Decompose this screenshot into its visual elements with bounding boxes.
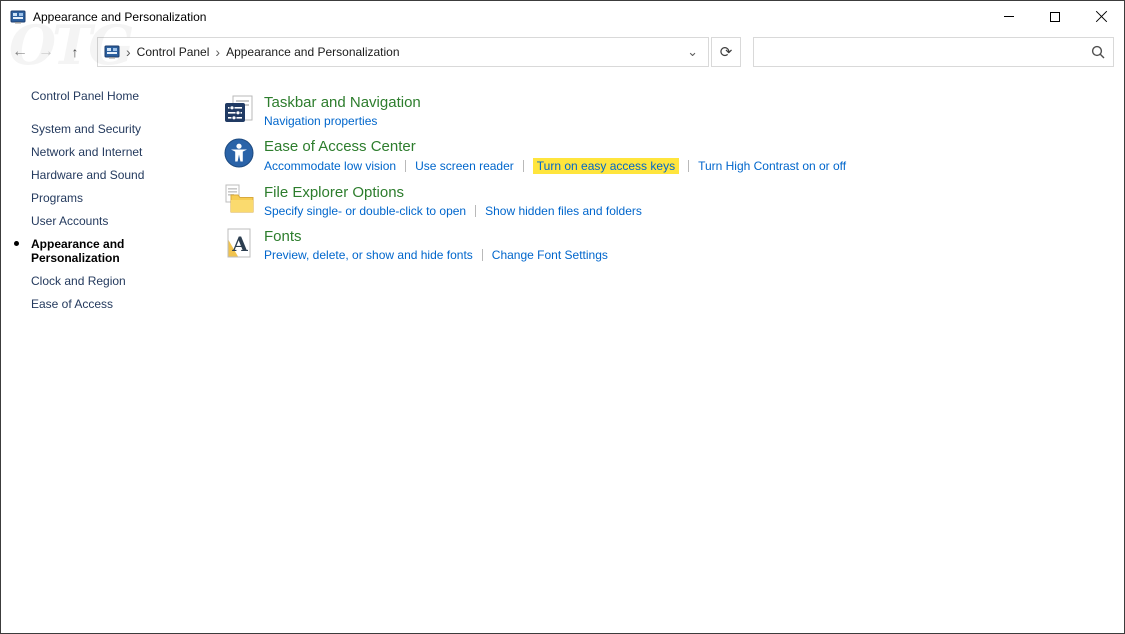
close-button[interactable]: [1078, 1, 1124, 32]
section-title-link[interactable]: File Explorer Options: [264, 183, 642, 202]
minimize-button[interactable]: [986, 1, 1032, 32]
section-text: Ease of Access Center Accommodate low vi…: [264, 137, 846, 174]
chevron-right-icon: ›: [120, 45, 137, 59]
up-button[interactable]: ↑: [63, 44, 87, 60]
task-link-specify-single-or-double-click[interactable]: Specify single- or double-click to open: [264, 204, 466, 218]
search-input[interactable]: [762, 45, 1091, 59]
task-link-accommodate-low-vision[interactable]: Accommodate low vision: [264, 159, 396, 173]
back-button[interactable]: ←: [7, 43, 33, 61]
chevron-down-icon[interactable]: ⌄: [687, 44, 702, 60]
search-box[interactable]: [753, 37, 1114, 67]
sidebar: Control Panel Home System and Security N…: [1, 71, 221, 320]
control-panel-icon: [10, 9, 26, 25]
task-link-turn-on-easy-access-keys[interactable]: Turn on easy access keys: [533, 158, 679, 174]
section-text: File Explorer Options Specify single- or…: [264, 183, 642, 218]
task-link-navigation-properties[interactable]: Navigation properties: [264, 114, 377, 128]
task-link-preview-delete-show-hide-fonts[interactable]: Preview, delete, or show and hide fonts: [264, 248, 473, 262]
sidebar-item-control-panel-home[interactable]: Control Panel Home: [31, 89, 221, 103]
close-icon: [1095, 10, 1108, 23]
task-links: Navigation properties: [264, 114, 421, 128]
section-title-link[interactable]: Taskbar and Navigation: [264, 93, 421, 112]
divider: [475, 205, 476, 217]
sidebar-item-user-accounts[interactable]: User Accounts: [31, 214, 161, 228]
task-links: Specify single- or double-click to open …: [264, 204, 642, 218]
sidebar-item-clock-and-region[interactable]: Clock and Region: [31, 274, 161, 288]
control-panel-icon: [104, 44, 120, 60]
chevron-right-icon: ›: [209, 45, 226, 59]
sidebar-item-appearance-and-personalization[interactable]: Appearance and Personalization: [31, 237, 161, 265]
task-link-use-screen-reader[interactable]: Use screen reader: [415, 159, 514, 173]
breadcrumb-item-control-panel[interactable]: Control Panel: [137, 45, 210, 59]
maximize-icon: [1050, 12, 1060, 22]
breadcrumb[interactable]: › Control Panel › Appearance and Persona…: [97, 37, 709, 67]
minimize-icon: [1004, 16, 1014, 17]
control-panel-window: OTG Appearance and Personalization ← → ↑: [0, 0, 1125, 634]
section-file-explorer-options: File Explorer Options Specify single- or…: [223, 183, 846, 218]
task-links: Preview, delete, or show and hide fonts …: [264, 248, 608, 262]
sidebar-item-programs[interactable]: Programs: [31, 191, 161, 205]
section-title-link[interactable]: Ease of Access Center: [264, 137, 846, 156]
divider: [482, 249, 483, 261]
section-text: Fonts Preview, delete, or show and hide …: [264, 227, 608, 262]
sidebar-item-system-and-security[interactable]: System and Security: [31, 122, 161, 136]
main-area: Control Panel Home System and Security N…: [1, 71, 1124, 633]
task-link-show-hidden-files-and-folders[interactable]: Show hidden files and folders: [485, 204, 642, 218]
content-pane: Taskbar and Navigation Navigation proper…: [221, 71, 846, 271]
ease-of-access-icon[interactable]: [223, 137, 255, 169]
divider: [688, 160, 689, 172]
forward-button[interactable]: →: [33, 43, 59, 61]
window-controls: [986, 1, 1124, 32]
navigation-toolbar: ← → ↑ › Control Panel › Appearance and P…: [1, 32, 1124, 71]
task-links: Accommodate low vision Use screen reader…: [264, 158, 846, 174]
section-taskbar-and-navigation: Taskbar and Navigation Navigation proper…: [223, 93, 846, 128]
fonts-icon[interactable]: A: [223, 227, 255, 259]
file-explorer-options-icon[interactable]: [223, 183, 255, 215]
sidebar-item-hardware-and-sound[interactable]: Hardware and Sound: [31, 168, 161, 182]
svg-text:A: A: [231, 232, 248, 256]
sidebar-category-list: System and Security Network and Internet…: [31, 122, 221, 311]
taskbar-navigation-icon[interactable]: [223, 93, 255, 125]
maximize-button[interactable]: [1032, 1, 1078, 32]
section-text: Taskbar and Navigation Navigation proper…: [264, 93, 421, 128]
divider: [523, 160, 524, 172]
task-link-turn-high-contrast-on-or-off[interactable]: Turn High Contrast on or off: [698, 159, 846, 173]
divider: [405, 160, 406, 172]
sidebar-item-network-and-internet[interactable]: Network and Internet: [31, 145, 161, 159]
section-fonts: A Fonts Preview, delete, or show and hid…: [223, 227, 846, 262]
breadcrumb-item-appearance[interactable]: Appearance and Personalization: [226, 45, 399, 59]
section-title-link[interactable]: Fonts: [264, 227, 608, 246]
task-link-change-font-settings[interactable]: Change Font Settings: [492, 248, 608, 262]
search-icon: [1091, 45, 1105, 59]
window-title: Appearance and Personalization: [33, 10, 206, 24]
refresh-button[interactable]: ⟳: [711, 37, 741, 67]
section-ease-of-access-center: Ease of Access Center Accommodate low vi…: [223, 137, 846, 174]
title-bar: Appearance and Personalization: [1, 1, 1124, 32]
sidebar-item-ease-of-access[interactable]: Ease of Access: [31, 297, 161, 311]
